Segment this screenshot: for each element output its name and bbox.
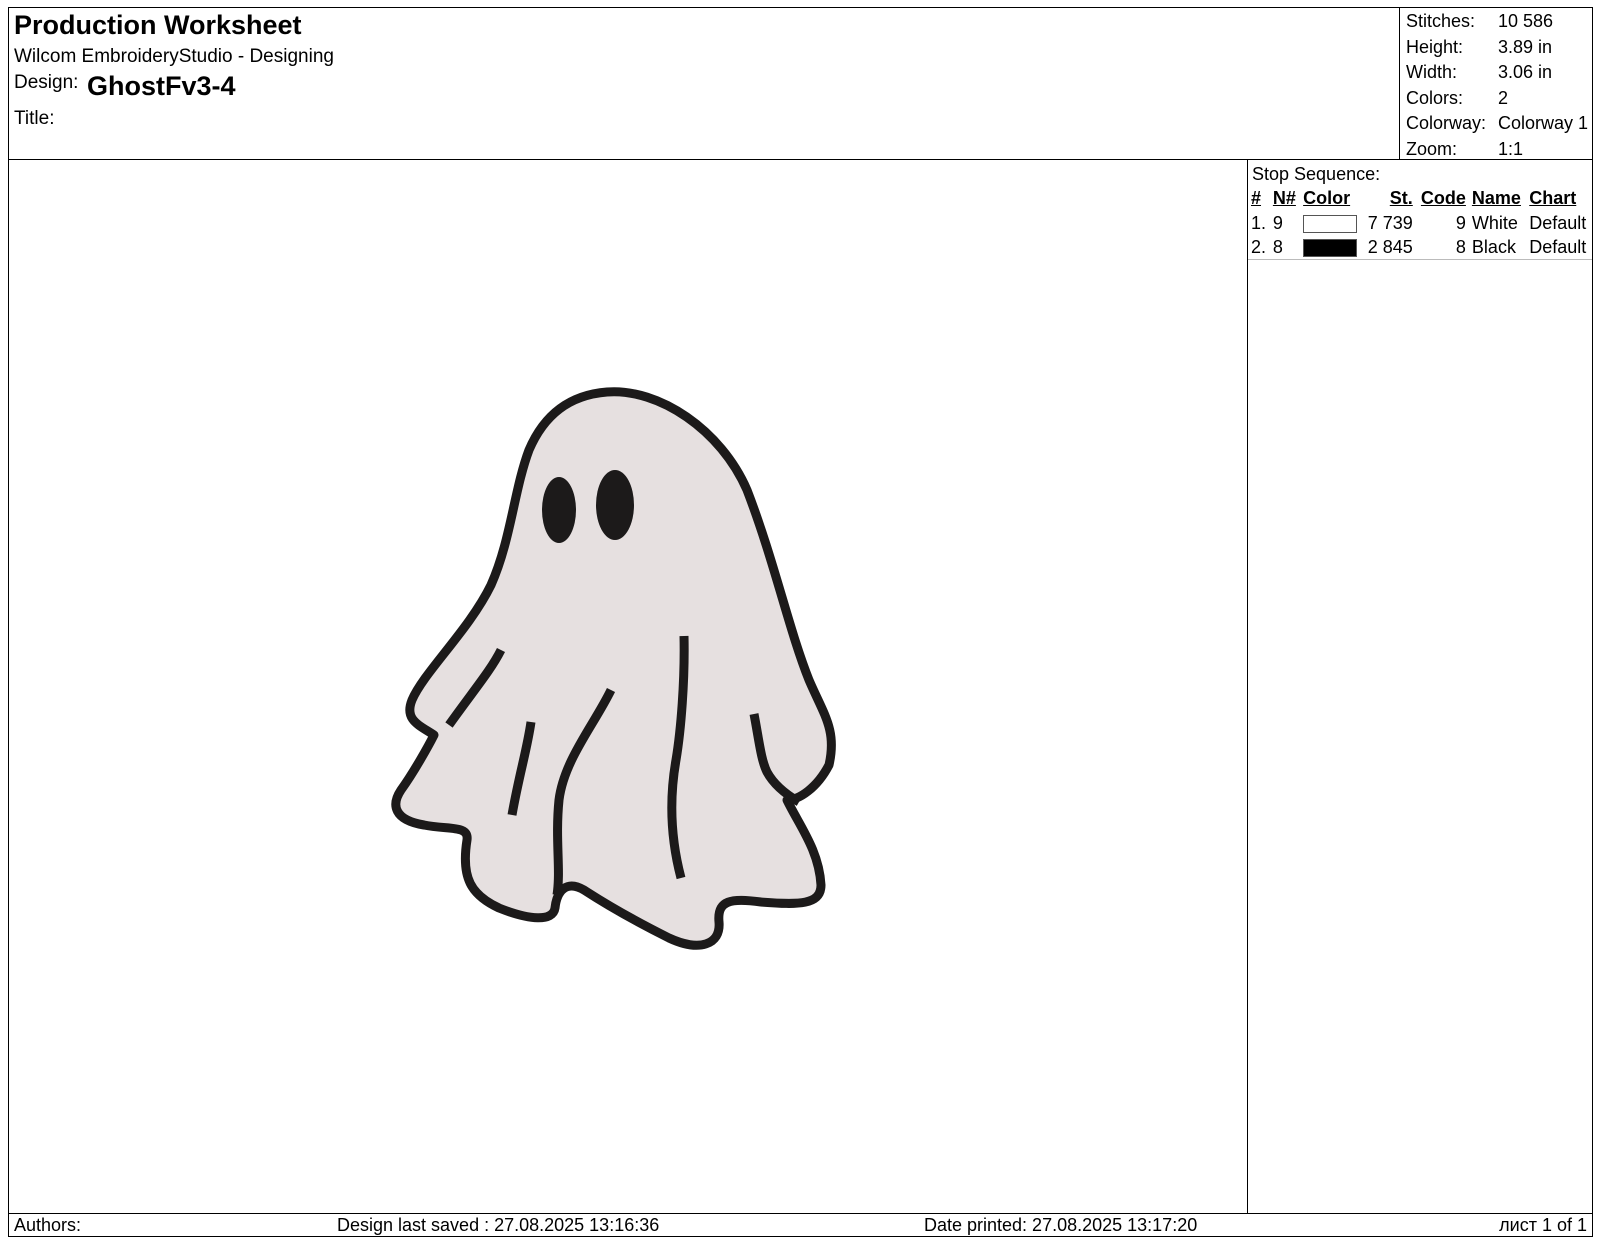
row-num: 1. xyxy=(1251,212,1267,233)
table-header-row: # N# Color St. Code Name Chart xyxy=(1248,186,1592,211)
stat-zoom: Zoom: 1:1 xyxy=(1400,137,1593,163)
software-name: Wilcom EmbroideryStudio - Designing xyxy=(14,46,334,67)
stat-value: 3.89 in xyxy=(1498,36,1553,57)
page-number: лист 1 of 1 xyxy=(1499,1215,1587,1235)
col-code: Code xyxy=(1420,188,1466,208)
production-worksheet: Production Worksheet Wilcom EmbroiderySt… xyxy=(8,7,1593,1237)
row-code: 8 xyxy=(1415,235,1469,260)
stat-width: Width: 3.06 in xyxy=(1400,60,1593,86)
stat-value: 1:1 xyxy=(1498,138,1524,159)
design-info: Production Worksheet Wilcom EmbroiderySt… xyxy=(9,8,1399,159)
row-color xyxy=(1300,235,1363,260)
right-eye xyxy=(596,470,634,540)
design-preview xyxy=(8,160,1247,1213)
col-color: Color xyxy=(1303,188,1351,208)
stat-label: Height: xyxy=(1406,36,1464,57)
stat-label: Colors: xyxy=(1406,87,1464,108)
left-eye xyxy=(542,477,576,543)
stop-sequence-title: Stop Sequence: xyxy=(1252,164,1381,184)
stat-stitches: Stitches: 10 586 xyxy=(1400,9,1593,35)
stat-label: Width: xyxy=(1406,62,1458,82)
row-num: 2. xyxy=(1248,235,1270,260)
row-code: 9 xyxy=(1455,212,1466,233)
row-needle: 8 xyxy=(1269,235,1301,260)
ghost-icon xyxy=(391,387,836,950)
row-name: Black xyxy=(1468,235,1527,260)
row-stitches: 7 739 xyxy=(1367,212,1413,233)
stat-height: Height: 3.89 in xyxy=(1400,35,1593,61)
row-chart: Default xyxy=(1529,212,1587,233)
stop-sequence-panel: Stop Sequence: # N# Color St. Code Name … xyxy=(1247,160,1593,1213)
table-row: 2. 8 2 845 8 Black Default xyxy=(1248,235,1592,260)
color-swatch xyxy=(1303,214,1358,233)
col-needle: N# xyxy=(1272,188,1296,208)
stat-value: 2 xyxy=(1498,87,1509,108)
col-num: # xyxy=(1251,188,1262,208)
color-swatch xyxy=(1303,238,1358,257)
last-saved: Design last saved : 27.08.2025 13:16:36 xyxy=(337,1215,660,1235)
col-name: Name xyxy=(1471,188,1521,208)
stat-value: Colorway 1 xyxy=(1498,113,1589,133)
stat-label: Colorway: xyxy=(1406,113,1487,133)
ghost-embroidery-image xyxy=(391,387,836,950)
stat-label: Stitches: xyxy=(1406,11,1476,31)
worksheet-footer: Authors: Design last saved : 27.08.2025 … xyxy=(8,1213,1593,1237)
stat-colorway: Colorway: Colorway 1 xyxy=(1400,111,1593,137)
stop-sequence-table: # N# Color St. Code Name Chart 1. 9 7 73… xyxy=(1248,186,1592,260)
design-name: GhostFv3-4 xyxy=(87,71,236,101)
row-stitches: 2 845 xyxy=(1362,235,1416,260)
date-printed: Date printed: 27.08.2025 13:17:20 xyxy=(924,1215,1198,1235)
row-name: White xyxy=(1471,212,1518,233)
stat-value: 10 586 xyxy=(1498,11,1554,31)
title-label: Title: xyxy=(14,108,55,129)
row-needle: 9 xyxy=(1272,212,1283,233)
design-label: Design: xyxy=(14,72,79,93)
stat-label: Zoom: xyxy=(1406,138,1458,159)
stat-colors: Colors: 2 xyxy=(1400,86,1593,112)
authors-label: Authors: xyxy=(14,1215,82,1235)
stat-value: 3.06 in xyxy=(1498,62,1553,82)
col-chart: Chart xyxy=(1529,188,1577,208)
col-stitches: St. xyxy=(1389,188,1413,208)
row-chart: Default xyxy=(1526,235,1592,260)
table-row: 1. 9 7 739 9 White Default xyxy=(1248,211,1592,235)
worksheet-title: Production Worksheet xyxy=(14,10,302,40)
design-stats: Stitches: 10 586 Height: 3.89 in Width: … xyxy=(1399,7,1593,160)
row-color xyxy=(1300,211,1363,235)
worksheet-header: Production Worksheet Wilcom EmbroiderySt… xyxy=(8,7,1593,160)
